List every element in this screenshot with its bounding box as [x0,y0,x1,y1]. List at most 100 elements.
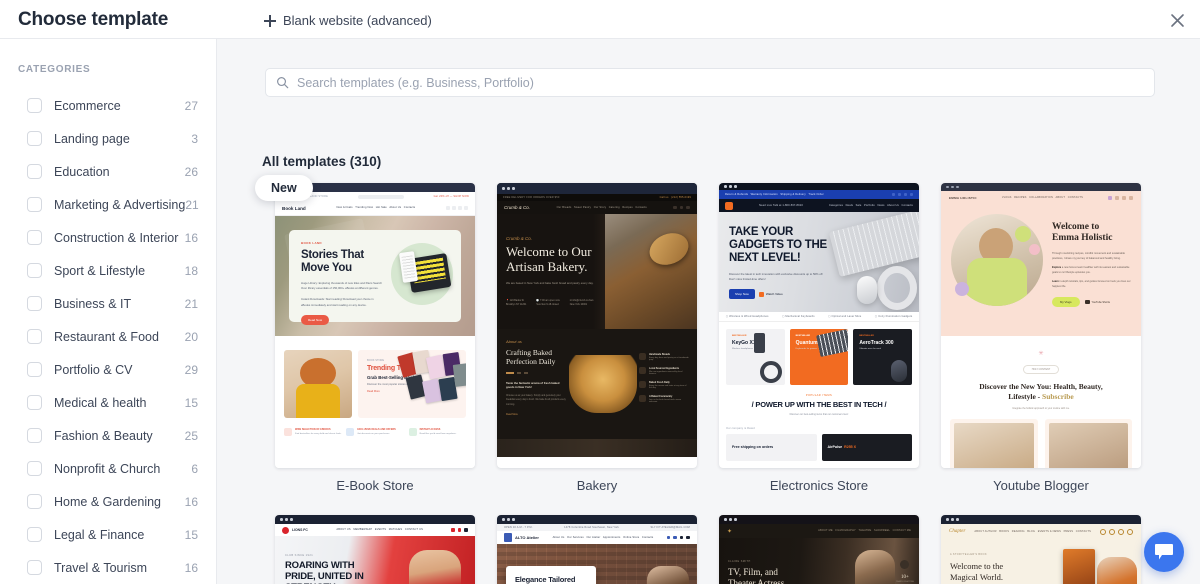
sidebar-item-medical-health[interactable]: Medical & health 15 [0,386,216,419]
search-input[interactable] [297,75,1144,90]
banner-airpulse: AirPulse R255 X [821,433,912,461]
hero-kicker: A STORYTELLER'S BOOK [950,553,987,556]
sidebar-item-count: 27 [184,98,198,113]
hero-section: 10+ YEARS OF ACTING 12 AWARDS WON CLAIRE… [719,538,919,584]
template-thumbnail[interactable]: LIONS FC ABOUT US MEMBERSHIP EVENTS MATC… [275,515,475,584]
sidebar-item-ecommerce[interactable]: Ecommerce 27 [0,89,216,122]
sidebar-item-home-gardening[interactable]: Home & Gardening 16 [0,485,216,518]
site-logo: Book Land [282,205,306,211]
template-card-youtube-blogger[interactable]: EMMA HOLISTIC VLOGS RECIPES COLLABORATIO… [941,183,1141,493]
checkbox-restaurant-food[interactable] [27,329,42,344]
browser-chrome [497,515,697,524]
checkbox-construction-interior[interactable] [27,230,42,245]
hero-heading-line1: TV, Film, and [728,567,778,577]
sidebar-item-sport-lifestyle[interactable]: Sport & Lifestyle 18 [0,254,216,287]
sidebar-item-restaurant-food[interactable]: Restaurant & Food 20 [0,320,216,353]
site-topbar: OPEN 10 A.M - 7 P.M. 1478 Columbia Road … [497,524,697,531]
power-section: POPULAR ITEMS / POWER UP WITH THE BEST I… [719,385,919,427]
templates-panel: All templates (310) New WELCOME TO BOOK … [217,39,1200,584]
decor-dot-green [1015,226,1031,242]
sidebar-item-label: Legal & Finance [54,527,145,542]
template-card-magical-world[interactable]: Chapter ABOUT AUTHOR BOOKS READING BLOG … [941,515,1141,584]
sidebar-item-travel-tourism[interactable]: Travel & Tourism 16 [0,551,216,584]
template-card-bakery[interactable]: FREE DELIVERY FOR ORDERS OVER $50 Call u… [497,183,697,493]
template-thumbnail[interactable]: WELCOME TO BOOK LAND STORE Get 20% off —… [275,183,475,468]
template-card-tailor-atelier[interactable]: OPEN 10 A.M - 7 P.M. 1478 Columbia Road … [497,515,697,584]
feature-title: A Baked Community [649,395,673,398]
template-name: Electronics Store [769,478,869,493]
checkbox-landing-page[interactable] [27,131,42,146]
checkbox-legal-finance[interactable] [27,527,42,542]
site-logo: LIONS FC [292,528,308,532]
social-icon [1118,528,1124,535]
social-icon [1127,528,1133,535]
stats-block: 10+ YEARS OF ACTING 12 AWARDS WON [896,560,914,584]
sidebar-item-business-it[interactable]: Business & IT 21 [0,287,216,320]
hero-secondary-button: YouTube Shorts [1091,300,1110,304]
checkbox-marketing-advertising[interactable] [27,197,42,212]
sidebar-item-marketing-advertising[interactable]: Marketing & Advertising 21 [0,188,216,221]
checkbox-travel-tourism[interactable] [27,560,42,575]
about-link: Read More [506,413,518,417]
template-thumbnail[interactable]: EMMA HOLISTIC VLOGS RECIPES COLLABORATIO… [941,183,1141,468]
checkbox-fashion-beauty[interactable] [27,428,42,443]
template-thumbnail[interactable]: Return & Refunds Warranty Information Sh… [719,183,919,468]
hero-kicker: CLUB SINCE 1921 [285,554,314,557]
content-card [950,419,1038,468]
sidebar-item-portfolio-cv[interactable]: Portfolio & CV 29 [0,353,216,386]
search-bar[interactable] [265,68,1155,97]
sidebar-item-count: 21 [184,296,198,311]
site-logo: Crumb & Co. [504,205,531,210]
hero-card: Elegance Tailored Just for You. Discover… [506,566,596,584]
hero-primary-button: Shop Now [729,289,755,300]
categories-heading: CATEGORIES [18,64,91,75]
template-card-ebook-store[interactable]: New WELCOME TO BOOK LAND STORE Get 20% o… [255,175,475,493]
template-thumbnail[interactable]: ✦ ABOUT ME FILMOGRAPHY THEATRE SHOWREEL … [719,515,919,584]
hero-heading-line1: ROARING WITH [285,560,355,571]
template-thumbnail[interactable]: FREE DELIVERY FOR ORDERS OVER $50 Call u… [497,183,697,468]
close-button[interactable] [1164,7,1190,33]
site-topbar-text: Need Live Talk at 1-800-567-8910 [759,203,803,207]
about-section: About us Crafting Baked Perfection Daily… [497,329,697,439]
sidebar-item-nonprofit-church[interactable]: Nonprofit & Church 6 [0,452,216,485]
topbar-right: SLY FIT ATELIER@MAIL.COM [650,525,690,529]
sidebar-item-education[interactable]: Education 26 [0,155,216,188]
hero-heading-line2: Artisan Bakery. [506,258,588,274]
blank-website-button[interactable]: Blank website (advanced) [264,13,432,28]
checkbox-nonprofit-church[interactable] [27,461,42,476]
product-card: BESTSELLER AeroTrack 300 Ultimate mice f… [853,329,913,385]
checkbox-education[interactable] [27,164,42,179]
checkbox-home-gardening[interactable] [27,494,42,509]
site-logo-icon [725,201,733,210]
checkbox-medical-health[interactable] [27,395,42,410]
power-kicker: POPULAR ITEMS [805,394,833,397]
checkbox-sport-lifestyle[interactable] [27,263,42,278]
checkbox-portfolio-cv[interactable] [27,362,42,377]
sidebar-item-label: Construction & Interior [54,230,179,245]
hero-paragraph-1: Huge Library: Exploring thousands of new… [301,280,382,291]
banner-free-shipping: Free shipping on orders [726,433,817,461]
site-logo: ALTO Atelier [515,535,539,540]
reader-photo [284,350,352,418]
template-card-actress[interactable]: ✦ ABOUT ME FILMOGRAPHY THEATRE SHOWREEL … [719,515,919,584]
checkbox-business-it[interactable] [27,296,42,311]
sidebar-item-label: Portfolio & CV [54,362,133,377]
blank-website-label: Blank website (advanced) [283,13,432,28]
sidebar-item-legal-finance[interactable]: Legal & Finance 15 [0,518,216,551]
template-thumbnail[interactable]: OPEN 10 A.M - 7 P.M. 1478 Columbia Road … [497,515,697,584]
hero-heading-line1: Elegance Tailored [515,575,576,584]
sidebar-item-fashion-beauty[interactable]: Fashion & Beauty 25 [0,419,216,452]
hero-heading-line1: Welcome to Our [506,244,592,259]
sidebar-item-count: 6 [191,461,198,476]
sidebar-item-landing-page[interactable]: Landing page 3 [0,122,216,155]
bottom-banners: Free shipping on orders AirPulse R255 X [719,430,919,461]
template-name: E-Book Store [336,478,414,493]
section-heading-line2: Lifestyle - [1008,392,1043,402]
checkbox-ecommerce[interactable] [27,98,42,113]
template-thumbnail[interactable]: Chapter ABOUT AUTHOR BOOKS READING BLOG … [941,515,1141,584]
sidebar-item-construction-interior[interactable]: Construction & Interior 16 [0,221,216,254]
template-card-electronics-store[interactable]: Return & Refunds Warranty Information Sh… [719,183,919,493]
template-card-sport-club[interactable]: LIONS FC ABOUT US MEMBERSHIP EVENTS MATC… [275,515,475,584]
chat-widget-button[interactable] [1144,532,1184,572]
browser-chrome [497,183,697,194]
